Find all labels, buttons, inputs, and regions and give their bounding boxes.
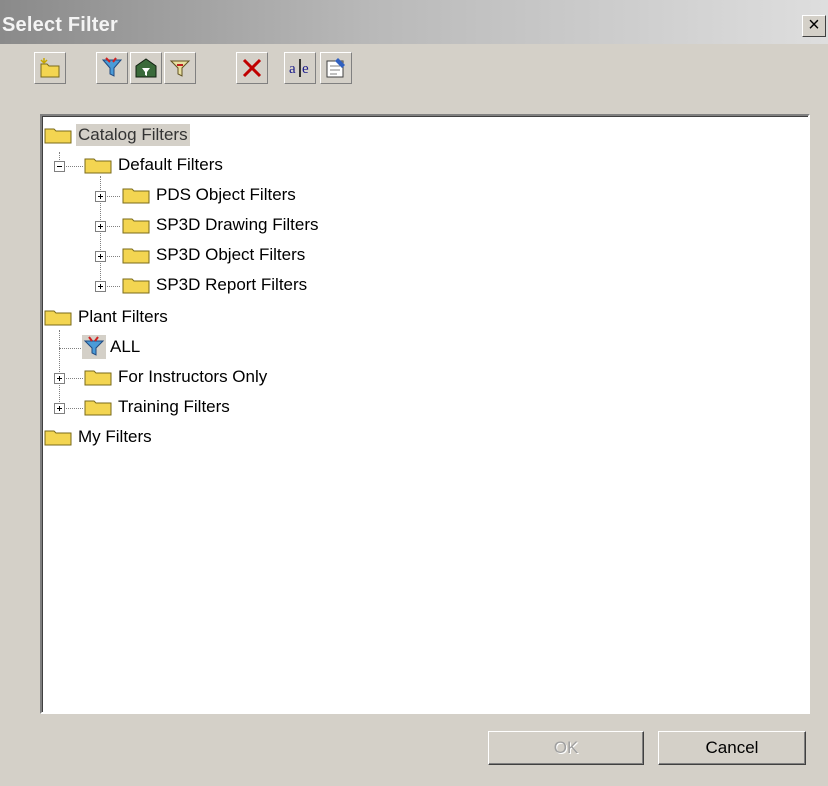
tree-node-label: Plant Filters xyxy=(78,307,168,326)
new-filter-button[interactable] xyxy=(96,52,128,84)
tree-connector xyxy=(59,348,83,349)
svg-text:e: e xyxy=(302,61,309,77)
filter-icon xyxy=(82,335,106,359)
filter-tree[interactable]: Catalog Filters Default Filters PDS Obje… xyxy=(40,114,810,714)
tree-connector xyxy=(59,330,60,410)
close-icon: × xyxy=(808,14,820,36)
tree-node-label: ALL xyxy=(110,337,141,356)
expand-sp3d-drawing-icon[interactable] xyxy=(95,221,106,232)
tree-node-label: For Instructors Only xyxy=(118,367,268,386)
cancel-button[interactable]: Cancel xyxy=(658,731,806,765)
tree-node-my-filters[interactable]: My Filters xyxy=(44,424,154,450)
ok-button[interactable]: OK xyxy=(488,731,644,765)
tree-node-training-filters[interactable]: Training Filters xyxy=(84,394,232,420)
rename-icon: a e xyxy=(289,59,309,77)
delete-icon xyxy=(242,58,262,78)
tree-node-sp3d-object-filters[interactable]: SP3D Object Filters xyxy=(122,242,307,268)
folder-icon xyxy=(44,430,72,446)
title-bar: Select Filter × xyxy=(0,0,828,44)
folder-icon xyxy=(44,310,72,326)
tree-node-sp3d-drawing-filters[interactable]: SP3D Drawing Filters xyxy=(122,212,321,238)
tree-node-for-instructors-only[interactable]: For Instructors Only xyxy=(84,364,269,390)
new-folder-button[interactable] xyxy=(34,52,66,84)
folder-icon xyxy=(84,370,112,386)
tree-node-label: Default Filters xyxy=(118,155,223,174)
new-compound-filter-button[interactable] xyxy=(164,52,196,84)
tree-node-label: Training Filters xyxy=(118,397,230,416)
folder-icon xyxy=(84,158,112,174)
expand-pds-object-icon[interactable] xyxy=(95,191,106,202)
rename-button[interactable]: a e xyxy=(284,52,316,84)
tree-node-all[interactable]: ALL xyxy=(82,334,142,360)
tree-node-label: SP3D Drawing Filters xyxy=(156,215,319,234)
new-asking-filter-button[interactable] xyxy=(130,52,162,84)
tree-node-label: Catalog Filters xyxy=(76,124,190,146)
delete-button[interactable] xyxy=(236,52,268,84)
properties-icon xyxy=(326,58,345,78)
new-folder-icon xyxy=(40,58,60,78)
toolbar: a e xyxy=(0,52,400,92)
expand-sp3d-report-icon[interactable] xyxy=(95,281,106,292)
folder-icon xyxy=(122,248,150,264)
new-compound-filter-icon xyxy=(169,60,191,77)
collapse-default-filters-icon[interactable] xyxy=(54,161,65,172)
tree-node-label: PDS Object Filters xyxy=(156,185,296,204)
expand-training-icon[interactable] xyxy=(54,403,65,414)
tree-node-label: SP3D Report Filters xyxy=(156,275,308,294)
new-asking-filter-icon xyxy=(135,58,157,78)
folder-icon xyxy=(84,400,112,416)
svg-text:a: a xyxy=(289,61,296,77)
folder-icon xyxy=(122,278,150,294)
folder-icon xyxy=(122,218,150,234)
close-button[interactable]: × xyxy=(802,15,826,37)
tree-node-label: SP3D Object Filters xyxy=(156,245,306,264)
folder-icon xyxy=(44,128,72,144)
tree-node-label: My Filters xyxy=(78,427,152,446)
tree-node-default-filters[interactable]: Default Filters xyxy=(84,152,225,178)
window-title: Select Filter xyxy=(2,14,118,36)
expand-sp3d-object-icon[interactable] xyxy=(95,251,106,262)
tree-node-pds-object-filters[interactable]: PDS Object Filters xyxy=(122,182,298,208)
tree-node-sp3d-report-filters[interactable]: SP3D Report Filters xyxy=(122,272,309,298)
tree-node-catalog-filters[interactable]: Catalog Filters xyxy=(44,122,190,148)
tree-node-plant-filters[interactable]: Plant Filters xyxy=(44,304,170,330)
expand-instructors-icon[interactable] xyxy=(54,373,65,384)
new-filter-icon xyxy=(101,57,123,77)
properties-button[interactable] xyxy=(320,52,352,84)
folder-icon xyxy=(122,188,150,204)
